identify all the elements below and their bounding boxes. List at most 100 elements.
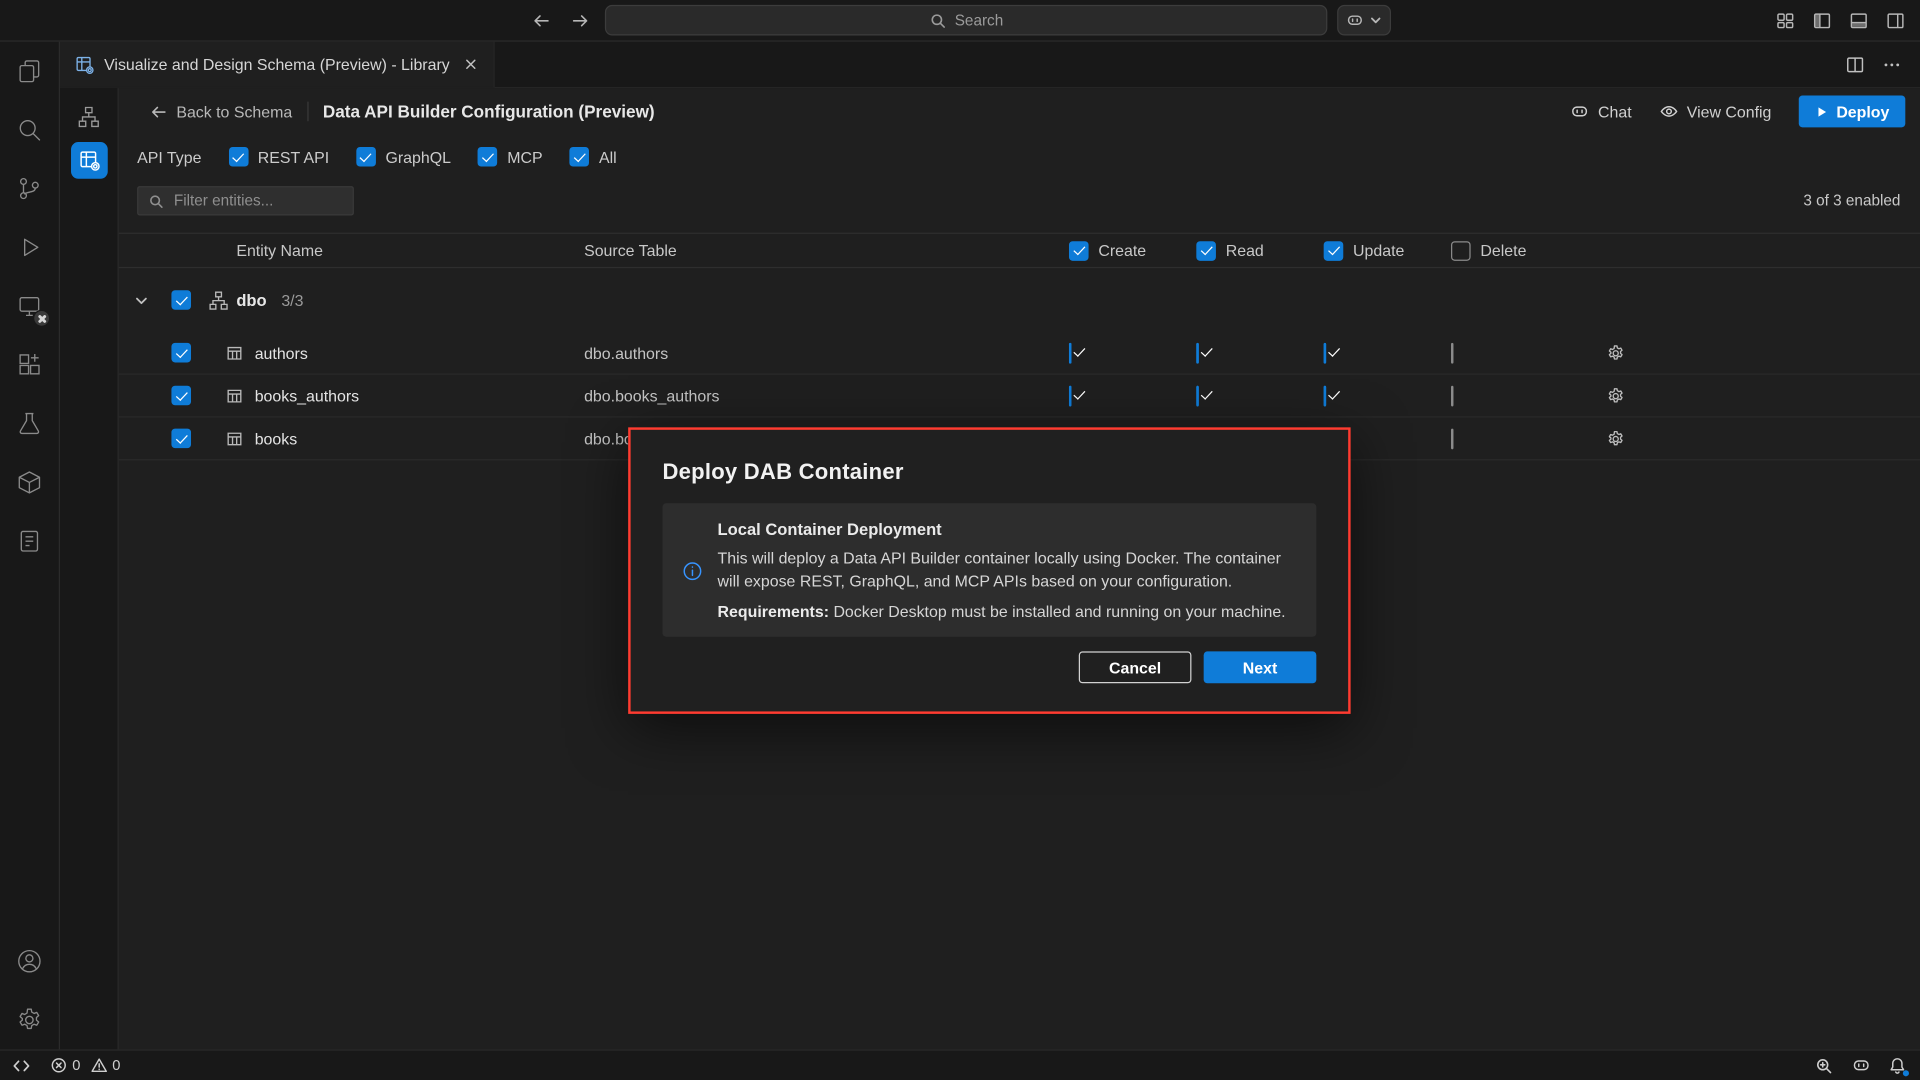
rest-api-checkbox[interactable] [228, 147, 248, 167]
account-icon[interactable] [0, 932, 59, 991]
zoom-status-icon[interactable] [1813, 1055, 1834, 1076]
create-checkbox[interactable] [1069, 385, 1071, 406]
toggle-secondary-sidebar-icon[interactable] [1883, 8, 1907, 32]
notifications-bell-icon[interactable] [1887, 1055, 1908, 1076]
copilot-menu-button[interactable] [1337, 5, 1391, 36]
back-label: Back to Schema [176, 102, 292, 120]
update-checkbox[interactable] [1324, 385, 1326, 406]
testing-beaker-icon[interactable] [0, 394, 59, 453]
update-checkbox[interactable] [1324, 342, 1326, 363]
history-back-icon[interactable] [527, 6, 556, 35]
tab-close-icon[interactable] [460, 53, 482, 75]
entity-settings-gear-icon[interactable] [1578, 343, 1651, 361]
all-checkbox[interactable] [570, 147, 590, 167]
settings-gear-icon[interactable] [0, 991, 59, 1050]
col-delete: Delete [1451, 241, 1578, 261]
split-editor-icon[interactable] [1844, 53, 1866, 75]
schema-group-row[interactable]: dbo 3/3 [119, 268, 1920, 332]
explorer-icon[interactable] [0, 42, 59, 101]
entity-settings-gear-icon[interactable] [1578, 429, 1651, 447]
tab-title: Visualize and Design Schema (Preview) - … [104, 55, 450, 73]
update-all-checkbox[interactable] [1324, 241, 1344, 261]
chevron-down-icon[interactable] [119, 292, 163, 308]
status-bar: 0 0 [0, 1049, 1920, 1080]
mcp-checkbox[interactable] [478, 147, 498, 167]
filter-entities-input[interactable] [171, 191, 342, 211]
requirements-line: Requirements: Docker Desktop must be ins… [718, 602, 1295, 620]
deploy-dab-dialog: Deploy DAB Container Local Container Dep… [628, 427, 1350, 714]
toggle-panel-icon[interactable] [1847, 8, 1871, 32]
chat-button[interactable]: Chat [1570, 102, 1632, 122]
source-table: dbo.books_authors [584, 386, 1069, 404]
page-title: Data API Builder Configuration (Preview) [323, 102, 655, 122]
delete-checkbox[interactable] [1451, 342, 1453, 363]
entity-settings-gear-icon[interactable] [1578, 386, 1651, 404]
history-forward-icon[interactable] [566, 6, 595, 35]
graphql-checkbox[interactable] [356, 147, 376, 167]
error-icon [50, 1057, 67, 1074]
title-bar: Search [0, 0, 1920, 42]
filter-entities-field[interactable] [137, 186, 354, 215]
read-checkbox[interactable] [1196, 385, 1198, 406]
back-to-schema-link[interactable]: Back to Schema [149, 102, 292, 120]
designer-view-strip [60, 88, 119, 1049]
customize-layout-icon[interactable] [1773, 8, 1797, 32]
create-checkbox[interactable] [1069, 342, 1071, 363]
database-connections-icon[interactable] [0, 277, 59, 336]
entity-name: authors [236, 343, 584, 361]
api-type-mcp[interactable]: MCP [478, 147, 543, 167]
search-sidebar-icon[interactable] [0, 100, 59, 159]
copilot-icon [1346, 11, 1364, 29]
extensions-icon[interactable] [0, 336, 59, 395]
read-checkbox[interactable] [1196, 342, 1198, 363]
entity-row-authors[interactable]: authors dbo.authors [119, 332, 1920, 375]
api-type-graphql[interactable]: GraphQL [356, 147, 451, 167]
entity-name: books [236, 429, 584, 447]
remote-indicator-icon[interactable] [12, 1056, 30, 1074]
api-type-all[interactable]: All [570, 147, 617, 167]
filter-search-icon [148, 193, 164, 209]
search-icon [929, 12, 946, 29]
row-checkbox[interactable] [171, 386, 191, 406]
graphql-label: GraphQL [385, 148, 450, 166]
api-type-rest[interactable]: REST API [228, 147, 329, 167]
entity-row-books-authors[interactable]: books_authors dbo.books_authors [119, 375, 1920, 418]
col-entity-name: Entity Name [236, 241, 584, 259]
cancel-button[interactable]: Cancel [1079, 651, 1192, 683]
warning-icon [90, 1057, 107, 1074]
deploy-button[interactable]: Deploy [1798, 96, 1905, 128]
notebook-report-icon[interactable] [0, 512, 59, 571]
dab-configuration-icon[interactable] [70, 142, 107, 179]
delete-all-checkbox[interactable] [1451, 241, 1471, 261]
group-checkbox[interactable] [171, 290, 191, 310]
read-all-checkbox[interactable] [1196, 241, 1216, 261]
mcp-label: MCP [507, 148, 542, 166]
toggle-primary-sidebar-icon[interactable] [1810, 8, 1834, 32]
divider [307, 102, 308, 122]
editor-tab[interactable]: Visualize and Design Schema (Preview) - … [60, 42, 495, 89]
next-button[interactable]: Next [1204, 651, 1317, 683]
problems-indicator[interactable]: 0 0 [50, 1057, 120, 1074]
containers-package-icon[interactable] [0, 453, 59, 512]
dialog-info-panel: Local Container Deployment This will dep… [662, 503, 1316, 636]
row-checkbox[interactable] [171, 343, 191, 363]
run-debug-icon[interactable] [0, 218, 59, 277]
delete-checkbox[interactable] [1451, 385, 1453, 406]
disconnected-badge-icon [33, 310, 50, 327]
create-all-checkbox[interactable] [1069, 241, 1089, 261]
more-actions-icon[interactable] [1881, 53, 1903, 75]
row-checkbox[interactable] [171, 429, 191, 449]
info-heading: Local Container Deployment [718, 520, 1295, 538]
delete-checkbox[interactable] [1451, 428, 1453, 449]
schema-icon [200, 290, 237, 311]
view-config-button[interactable]: View Config [1659, 102, 1772, 122]
copilot-status-icon[interactable] [1850, 1055, 1871, 1076]
command-center-search[interactable]: Search [605, 5, 1327, 36]
copilot-chat-icon [1570, 102, 1590, 122]
col-read: Read [1196, 241, 1323, 261]
requirements-text: Docker Desktop must be installed and run… [829, 602, 1286, 620]
group-count: 3/3 [281, 291, 303, 309]
source-control-icon[interactable] [0, 159, 59, 218]
arrow-left-icon [149, 102, 167, 120]
schema-visualizer-icon[interactable] [70, 98, 107, 135]
